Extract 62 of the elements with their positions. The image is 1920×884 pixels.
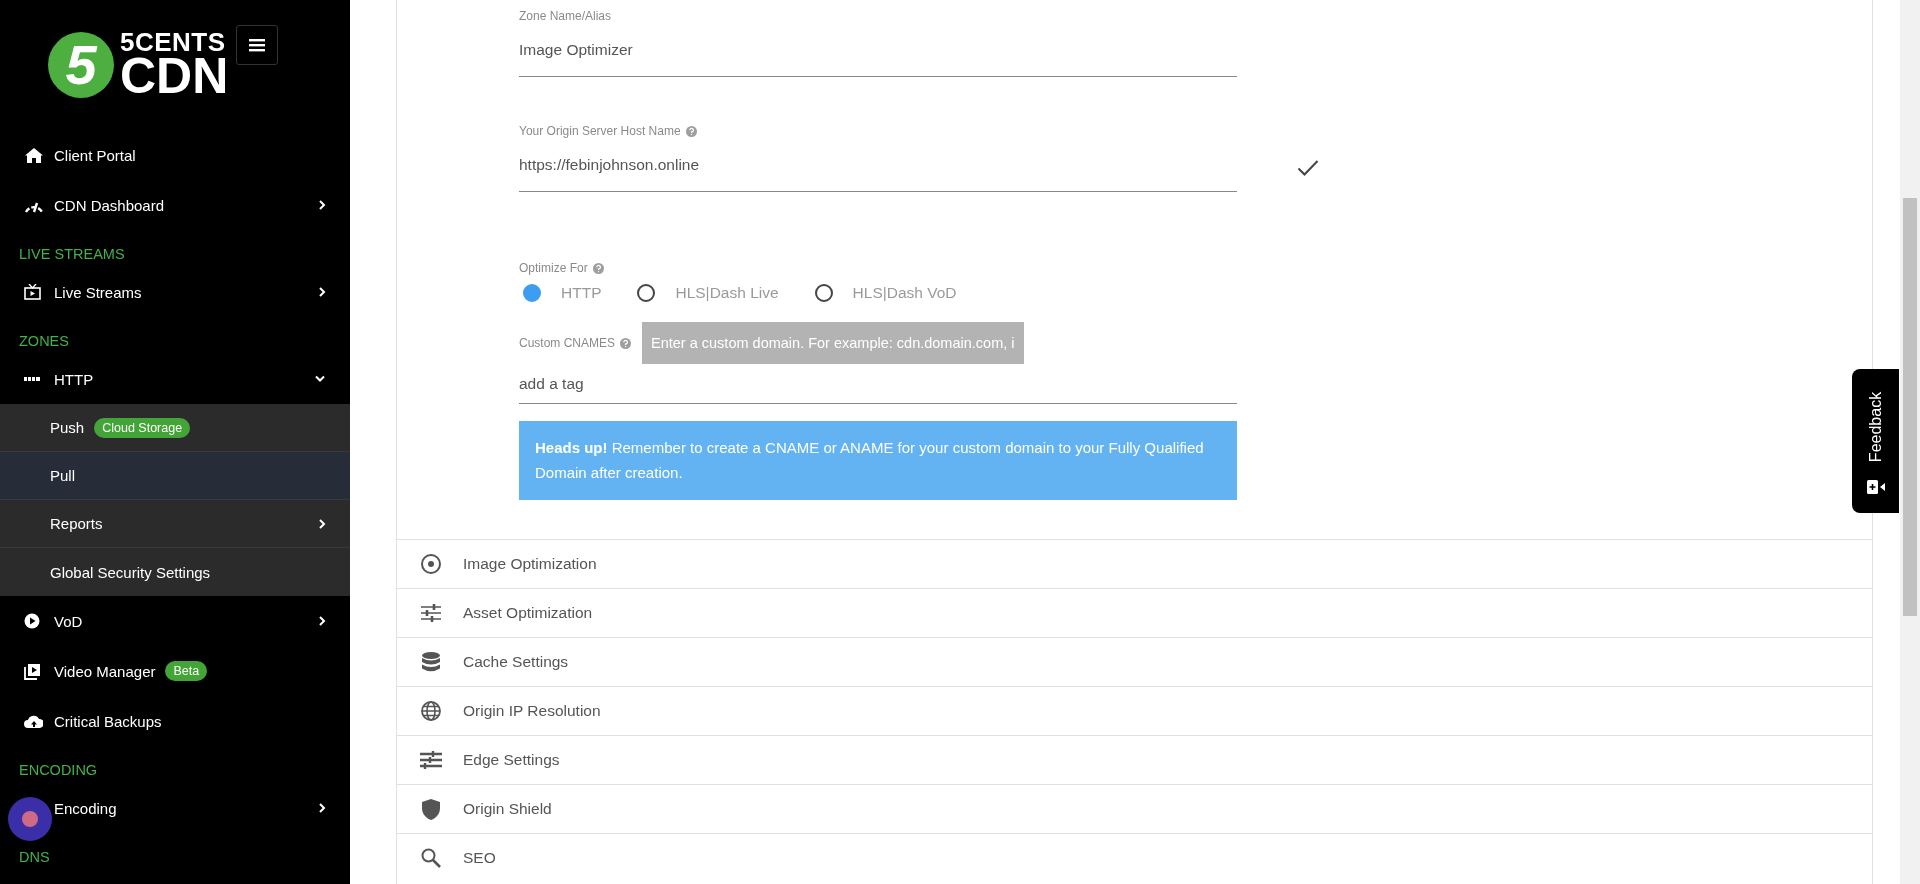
video-library-icon [24,662,41,680]
nav-label: Push [50,419,85,436]
nav-label: Reports [50,515,103,532]
section-heading: ENCODING [18,761,99,780]
nav-subitem[interactable]: Global Security Settings [0,548,350,596]
nav-item[interactable]: Client Portal [0,130,350,180]
menu-icon [249,38,266,52]
nav-label: Critical Backups [54,712,162,730]
scrollbar-thumb[interactable] [1903,198,1917,616]
tag-input-field[interactable]: add a tag [519,371,1237,396]
globe-icon [419,700,443,722]
search-icon [419,847,443,869]
field-label: Your Origin Server Host Name [519,124,681,138]
home-icon [24,146,44,164]
field-label: Optimize For [519,261,588,275]
accordion-header[interactable]: Origin IP Resolution [397,686,1872,735]
accordion-header[interactable]: Asset Optimization [397,588,1872,637]
database-icon [419,651,443,673]
nav-item[interactable]: Video Manager Beta [0,646,350,696]
nav-label: Client Portal [54,146,136,164]
nav-subitem[interactable]: Pull [0,452,350,500]
badge: Beta [165,661,208,681]
menu-button[interactable] [236,25,279,65]
scrollbar[interactable] [1900,0,1920,884]
tooltip: Enter a custom domain. For example: cdn.domain.com, i [642,322,1024,364]
accordion-header[interactable]: SEO [397,833,1872,882]
section-heading: ZONES [18,332,70,351]
accordion-header[interactable]: Cache Settings [397,637,1872,686]
sliders-icon [419,749,443,771]
input-field[interactable]: Image Optimizer [519,38,1237,62]
nav-label: CDN Dashboard [54,196,165,214]
nav-label: Pull [50,467,75,484]
tune-icon [419,602,443,624]
nav-item[interactable]: VoD [0,596,350,646]
field-label: Zone Name/Alias [519,9,612,23]
section-heading: LIVE STREAMS [18,245,126,264]
nav-label: Encoding [54,799,117,817]
section-heading: DNS [18,848,51,867]
nav-label: Video Manager [54,662,156,680]
nav-label: Global Security Settings [50,563,211,581]
nav-item[interactable]: Critical Backups [0,696,350,746]
info-alert: Heads up! Remember to create a CNAME or ANAME for your custom domain to your Fully Qualified Domain after creation. [519,421,1237,500]
radio-target-icon [419,553,443,575]
nav-item[interactable]: HTTP [0,354,350,404]
accordion-header[interactable]: Image Optimization [397,539,1872,588]
badge: Cloud Storage [94,417,191,438]
cloud-upload-icon [24,713,43,729]
video-camera-icon [1866,480,1885,494]
nav-label: VoD [54,612,83,630]
accordion-header[interactable]: Origin Shield [397,784,1872,833]
feedback-tab[interactable]: Feedback [1852,369,1899,513]
tv-icon [24,284,41,300]
input-field[interactable]: https://febinjohnson.online [519,153,1237,177]
nav-item[interactable]: Encoding [0,783,350,833]
field-label: Custom CNAMES [519,336,616,350]
accordion-header[interactable]: Edge Settings [397,735,1872,784]
play-icon [24,613,40,629]
nav-label: Live Streams [54,283,142,301]
nav-item[interactable]: Live Streams [0,267,350,317]
shield-icon [419,798,443,820]
nav-label: HTTP [54,370,94,388]
nav-item[interactable]: CDN Dashboard [0,180,350,230]
